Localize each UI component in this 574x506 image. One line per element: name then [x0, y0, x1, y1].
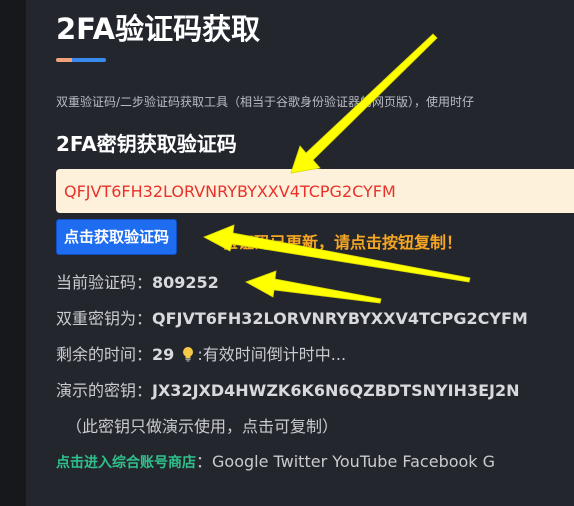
- shop-row: 点击进入综合账号商店：Google Twitter YouTube Facebo…: [56, 448, 495, 472]
- demo-label: 演示的密钥：: [56, 381, 153, 400]
- secret-key-input[interactable]: [56, 169, 574, 213]
- demo-key-row: 演示的密钥：JX32JXD4HWZK6K6N6QZBDTSNYIH3EJ2N: [56, 377, 519, 401]
- secret-value: QFJVT6FH32LORVNRYBYXXV4TCPG2CYFM: [152, 309, 528, 328]
- secret-label: 双重密钥为：: [56, 309, 153, 328]
- shop-link[interactable]: 点击进入综合账号商店: [56, 455, 196, 471]
- shop-separator: ：: [196, 452, 213, 471]
- remaining-time-row: 剩余的时间：29 :有效时间倒计时中...: [56, 341, 346, 365]
- title-underline: [56, 58, 106, 62]
- current-code-row: 当前验证码：809252: [56, 269, 219, 293]
- remaining-hint: :有效时间倒计时中...: [197, 345, 347, 364]
- title-underline-accent: [56, 58, 72, 62]
- secret-row: 双重密钥为：QFJVT6FH32LORVNRYBYXXV4TCPG2CYFM: [56, 305, 528, 329]
- content-panel: 2FA验证码获取 双重验证码/二步验证码获取工具（相当于谷歌身份验证器的网页版）…: [26, 0, 574, 506]
- section-title: 2FA密钥获取验证码: [56, 132, 237, 156]
- demo-key-value[interactable]: JX32JXD4HWZK6K6N6QZBDTSNYIH3EJ2N: [152, 381, 519, 400]
- current-code-label: 当前验证码：: [56, 273, 153, 292]
- title-underline-main: [72, 58, 106, 62]
- page-title: 2FA验证码获取: [56, 12, 261, 46]
- demo-note: （此密钥只做演示使用，点击可复制）: [66, 417, 339, 436]
- get-code-button[interactable]: 点击获取验证码: [56, 219, 178, 255]
- remaining-label: 剩余的时间：: [56, 345, 153, 364]
- lightbulb-icon: [183, 347, 194, 362]
- tool-description: 双重验证码/二步验证码获取工具（相当于谷歌身份验证器的网页版），使用时仔: [56, 95, 475, 109]
- current-code-value[interactable]: 809252: [152, 273, 219, 292]
- shop-brands: Google Twitter YouTube Facebook G: [212, 452, 496, 471]
- update-notice: 验证码已更新，请点击按钮复制！: [222, 233, 463, 252]
- remaining-value: 29: [152, 345, 175, 364]
